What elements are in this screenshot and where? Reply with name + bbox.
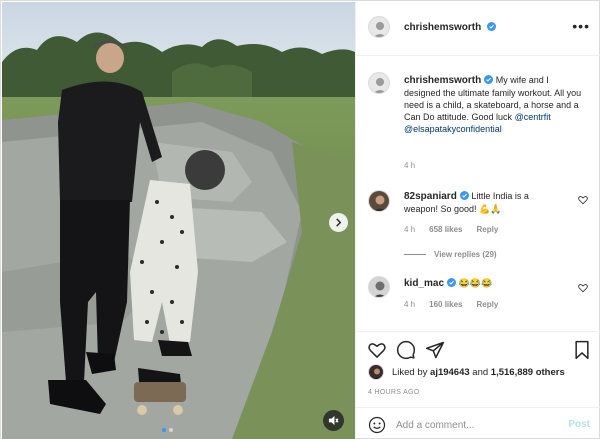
like-heart-icon[interactable] — [367, 340, 387, 360]
mention-link[interactable]: @centrfit — [515, 112, 551, 122]
mention-link[interactable]: @elsapatakyconfidential — [404, 124, 502, 134]
next-slide-button[interactable] — [329, 213, 348, 232]
commenter-avatar[interactable] — [368, 276, 390, 298]
avatar-image — [369, 277, 389, 297]
like-comment-heart-icon[interactable] — [578, 283, 588, 293]
author-line: chrishemsworth — [404, 22, 496, 33]
post-details-panel: chrishemsworth ••• chrishemsworth My wif… — [355, 1, 600, 439]
avatar-image — [369, 17, 389, 37]
commenter-avatar[interactable] — [368, 190, 390, 212]
add-comment-bar: Post — [356, 407, 600, 439]
verified-badge-icon — [484, 75, 494, 84]
likes-summary: Liked by aj194643 and 1,516,889 others — [392, 367, 565, 378]
comments-list[interactable]: chrishemsworth My wife and I designed th… — [356, 57, 600, 330]
comment-bubble-icon[interactable] — [396, 340, 416, 360]
avatar-image — [369, 191, 389, 211]
comment-likes[interactable]: 160 likes — [429, 300, 462, 309]
caption: chrishemsworth My wife and I designed th… — [404, 74, 584, 135]
comment-username[interactable]: 82spaniard — [404, 191, 457, 202]
post-timestamp[interactable]: 4 HOURS AGO — [368, 389, 420, 396]
carousel-indicator — [162, 428, 173, 432]
avatar-image — [369, 365, 383, 379]
comment-likes[interactable]: 658 likes — [429, 225, 462, 234]
view-replies-button[interactable]: View replies (29) — [404, 250, 497, 259]
likes-prefix: Liked by — [392, 367, 428, 378]
more-options-button[interactable]: ••• — [572, 19, 590, 33]
verified-badge-icon — [459, 191, 469, 200]
caption-avatar[interactable] — [368, 72, 390, 94]
smiley-icon[interactable] — [368, 416, 386, 434]
mute-toggle-button[interactable] — [323, 410, 344, 431]
comment-item: 82spaniard Little India is a weapon! So … — [404, 190, 564, 215]
comment-input[interactable] — [396, 417, 556, 433]
carousel-dot-active — [162, 428, 166, 432]
comment-time[interactable]: 4 h — [404, 225, 415, 234]
post-dialog: chrishemsworth ••• chrishemsworth My wif… — [0, 0, 600, 439]
avatar-image — [369, 73, 389, 93]
carousel-dot — [169, 428, 173, 432]
speaker-muted-icon — [328, 415, 339, 426]
share-paper-plane-icon[interactable] — [425, 340, 445, 360]
comment-meta: 4 h 658 likes Reply — [404, 225, 498, 234]
save-bookmark-icon[interactable] — [572, 340, 592, 360]
comment-time[interactable]: 4 h — [404, 300, 415, 309]
post-actions: Liked by aj194643 and 1,516,889 others 4… — [356, 331, 600, 439]
reply-button[interactable]: Reply — [477, 225, 499, 234]
comment-body: 😂😂😂 — [458, 278, 493, 288]
liker-avatar[interactable] — [368, 364, 384, 380]
caption-time[interactable]: 4 h — [404, 161, 415, 170]
likes-count-link[interactable]: 1,516,889 others — [491, 367, 565, 378]
liker-username[interactable]: aj194643 — [430, 367, 470, 378]
post-header: chrishemsworth ••• — [356, 1, 600, 56]
post-comment-button[interactable]: Post — [568, 419, 590, 430]
chevron-right-icon — [336, 218, 342, 227]
comment-meta: 4 h 160 likes Reply — [404, 300, 498, 309]
likes-joiner: and — [472, 367, 489, 378]
author-username[interactable]: chrishemsworth — [404, 22, 481, 33]
video-frame — [2, 2, 355, 439]
post-video[interactable] — [2, 2, 355, 439]
verified-badge-icon — [486, 22, 496, 31]
verified-badge-icon — [447, 278, 457, 287]
caption-username[interactable]: chrishemsworth — [404, 75, 481, 86]
like-comment-heart-icon[interactable] — [578, 195, 588, 205]
comment-username[interactable]: kid_mac — [404, 278, 444, 289]
comment-item: kid_mac 😂😂😂 — [404, 277, 564, 290]
author-avatar[interactable] — [368, 16, 390, 38]
reply-button[interactable]: Reply — [477, 300, 499, 309]
